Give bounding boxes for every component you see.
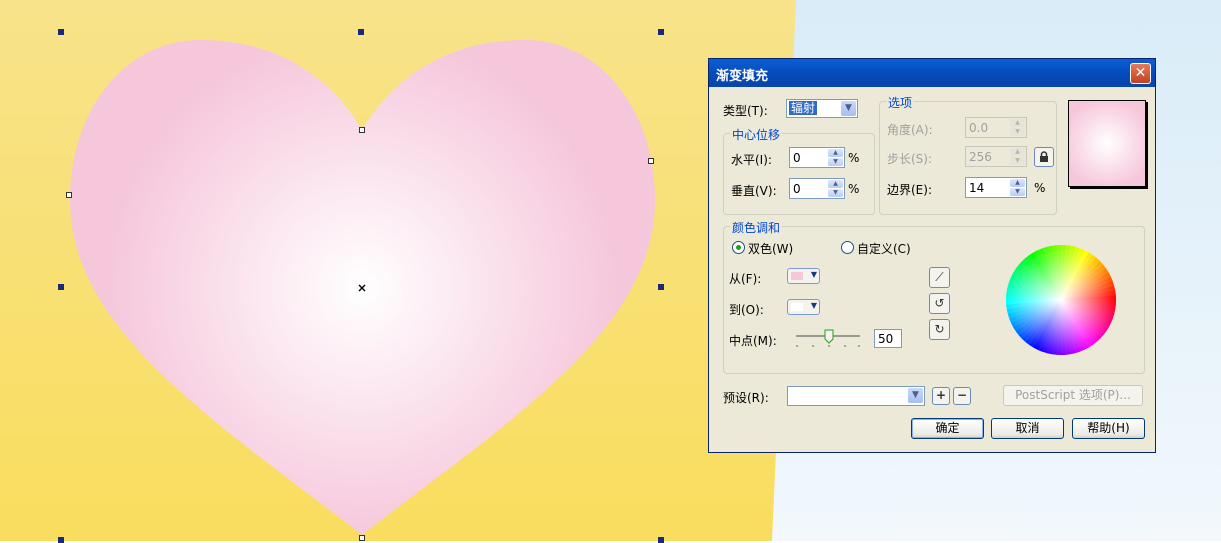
type-label: 类型(T): (723, 104, 768, 118)
midpoint-input[interactable]: 50 (874, 329, 902, 348)
center-offset-group: 中心位移 (723, 126, 875, 215)
postscript-options-button[interactable]: PostScript 选项(P)... (1003, 385, 1143, 406)
color-blend-title: 颜色调和 (730, 219, 783, 236)
to-color-button[interactable]: ▼ (787, 299, 820, 315)
remove-preset-button[interactable]: − (953, 387, 971, 405)
custom-label: 自定义(C) (857, 242, 911, 256)
two-color-radio[interactable] (732, 241, 745, 254)
selection-handle[interactable] (358, 29, 364, 35)
preset-select[interactable]: ▼ (787, 386, 925, 406)
cancel-label: 取消 (1015, 421, 1040, 435)
spinner-arrows[interactable]: ▲ ▼ (1010, 148, 1025, 165)
postscript-options-label: PostScript 选项(P)... (1015, 388, 1131, 402)
edge-value: 14 (969, 181, 985, 195)
dialog-titlebar[interactable]: 渐变填充 ✕ (709, 59, 1155, 87)
fountain-fill-dialog: 渐变填充 ✕ 类型(T): 辐射 ▼ 中心位移 水平(I): 0 ▲ ▼ % 垂直… (708, 58, 1156, 453)
vertical-value: 0 (793, 182, 801, 196)
dialog-title: 渐变填充 (716, 69, 769, 84)
cancel-button[interactable]: 取消 (991, 418, 1064, 439)
plus-icon: + (935, 388, 947, 402)
chevron-down-icon[interactable]: ▼ (908, 388, 923, 403)
node-handle[interactable] (66, 192, 72, 198)
close-button[interactable]: ✕ (1130, 63, 1151, 84)
to-label: 到(O): (729, 303, 764, 317)
horizontal-spinner[interactable]: 0 ▲ ▼ (789, 147, 845, 168)
selection-handle[interactable] (58, 29, 64, 35)
edge-spinner[interactable]: 14 ▲ ▼ (965, 177, 1027, 198)
vertical-label: 垂直(V): (731, 184, 777, 198)
lock-icon (1040, 151, 1048, 162)
vertical-spinner[interactable]: 0 ▲ ▼ (789, 178, 845, 199)
spinner-arrows[interactable]: ▲ ▼ (1010, 119, 1025, 136)
midpoint-slider[interactable] (794, 327, 864, 349)
selection-handle[interactable] (58, 284, 64, 290)
angle-spinner[interactable]: 0.0 ▲ ▼ (965, 117, 1027, 138)
from-color-button[interactable]: ▼ (787, 268, 820, 284)
steps-spinner[interactable]: 256 ▲ ▼ (965, 146, 1027, 167)
selection-handle[interactable] (658, 29, 664, 35)
custom-radio[interactable] (841, 241, 854, 254)
spinner-arrows[interactable]: ▲ ▼ (828, 180, 843, 197)
vertical-unit: % (848, 182, 860, 196)
slider-thumb (824, 329, 834, 344)
midpoint-value: 50 (878, 332, 894, 346)
gradient-preview (1068, 100, 1146, 187)
selection-handle[interactable] (658, 537, 664, 543)
selection-handle[interactable] (58, 537, 64, 543)
two-color-label: 双色(W) (748, 242, 794, 256)
close-icon: ✕ (1134, 65, 1147, 81)
direct-line-icon: ⟋ (935, 270, 944, 284)
color-wheel[interactable] (1005, 244, 1117, 356)
minus-icon: − (956, 388, 968, 402)
edge-unit: % (1034, 181, 1046, 195)
add-preset-button[interactable]: + (932, 387, 950, 405)
counterclockwise-blend-button[interactable]: ↺ (929, 293, 950, 314)
edge-label: 边界(E): (887, 183, 932, 197)
node-handle[interactable] (648, 158, 654, 164)
midpoint-label: 中点(M): (729, 334, 777, 348)
from-color-swatch (791, 272, 803, 280)
horizontal-value: 0 (793, 151, 801, 165)
counterclockwise-icon: ↺ (934, 296, 945, 310)
direct-blend-button[interactable]: ⟋ (929, 267, 950, 288)
selection-handle[interactable] (658, 284, 664, 290)
steps-label: 步长(S): (887, 152, 933, 166)
chevron-down-icon: ▼ (810, 301, 817, 310)
preset-label: 预设(R): (723, 391, 769, 405)
steps-value: 256 (969, 150, 992, 164)
spinner-arrows[interactable]: ▲ ▼ (828, 149, 843, 166)
clockwise-icon: ↻ (934, 322, 945, 336)
center-offset-title: 中心位移 (730, 126, 783, 143)
from-label: 从(F): (729, 272, 762, 286)
help-label: 帮助(H) (1087, 421, 1130, 435)
node-handle[interactable] (359, 127, 365, 133)
spinner-arrows[interactable]: ▲ ▼ (1010, 179, 1025, 196)
clockwise-blend-button[interactable]: ↻ (929, 319, 950, 340)
angle-label: 角度(A): (887, 123, 933, 137)
radio-selected-dot (736, 245, 741, 250)
node-handle[interactable] (359, 535, 365, 541)
chevron-down-icon[interactable]: ▼ (841, 101, 856, 116)
type-value: 辐射 (789, 101, 818, 115)
ok-label: 确定 (935, 421, 960, 435)
angle-value: 0.0 (969, 121, 989, 135)
steps-lock-button[interactable] (1034, 147, 1054, 167)
to-color-swatch (791, 303, 803, 311)
horizontal-label: 水平(I): (731, 153, 772, 167)
options-title: 选项 (886, 94, 915, 111)
help-button[interactable]: 帮助(H) (1072, 418, 1145, 439)
ok-button[interactable]: 确定 (911, 418, 984, 439)
type-select[interactable]: 辐射 ▼ (786, 99, 858, 118)
horizontal-unit: % (848, 151, 860, 165)
chevron-down-icon: ▼ (810, 270, 817, 279)
dialog-client: 类型(T): 辐射 ▼ 中心位移 水平(I): 0 ▲ ▼ % 垂直(V): 0 … (712, 87, 1152, 449)
